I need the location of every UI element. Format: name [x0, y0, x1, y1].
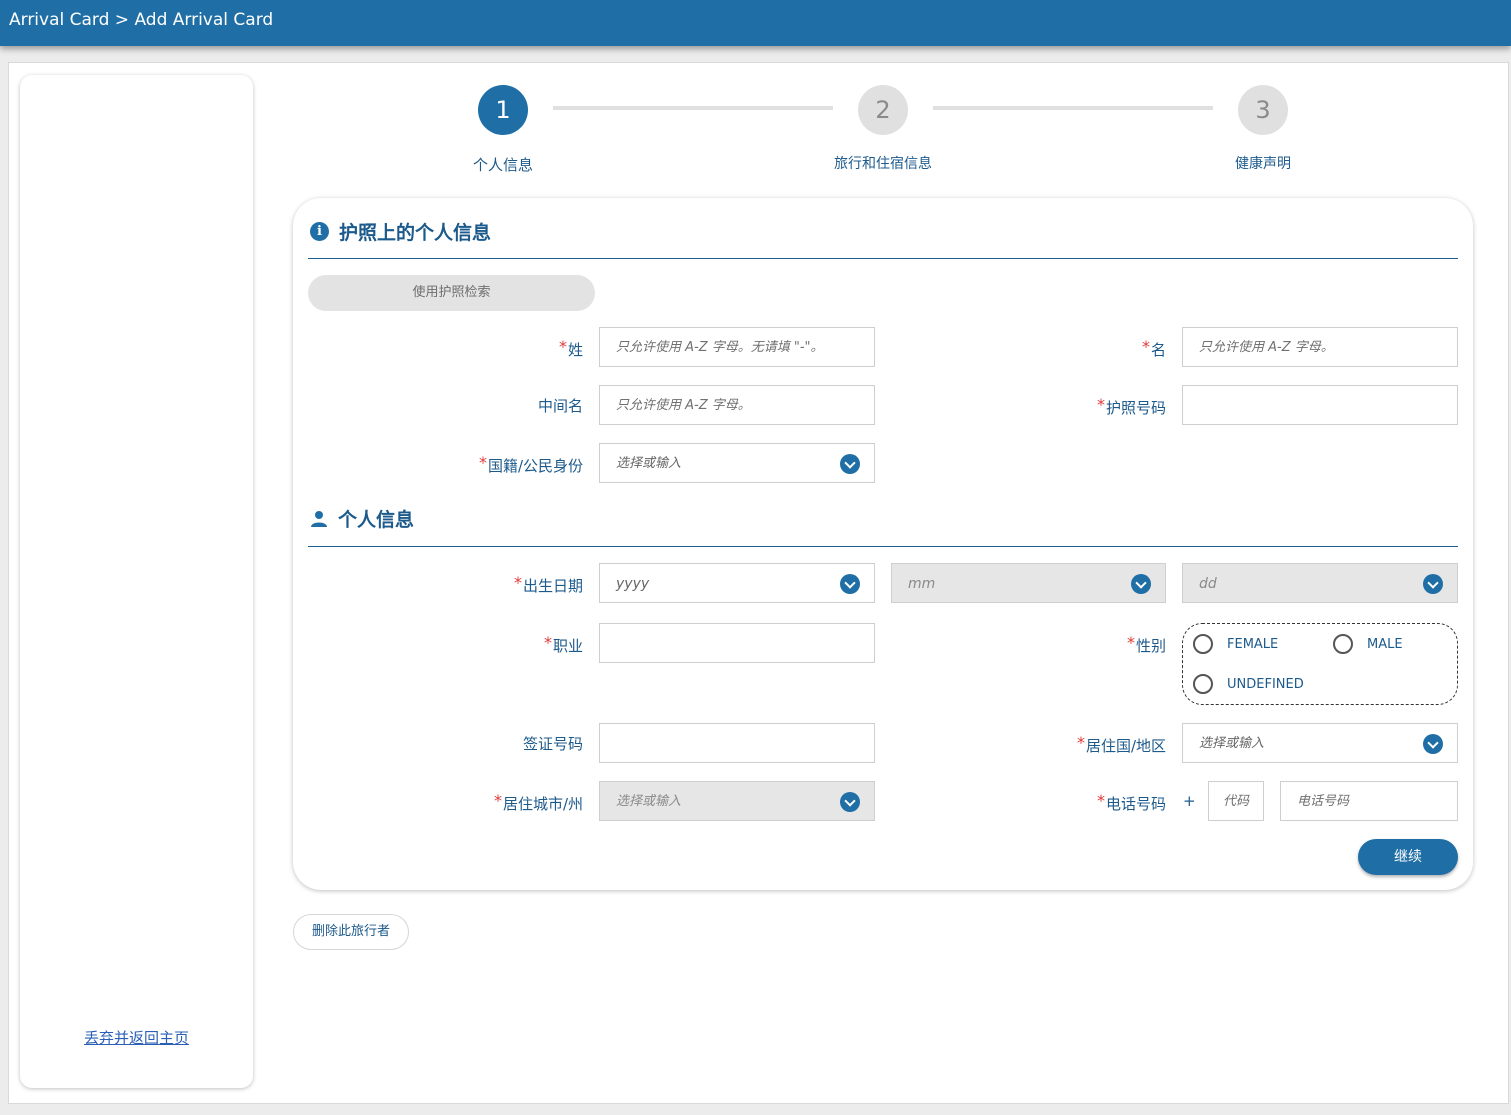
chevron-down-icon[interactable]	[840, 574, 860, 594]
passport-number-input[interactable]	[1199, 386, 1457, 424]
middle-name-field[interactable]	[599, 385, 875, 425]
step-1-label: 个人信息	[472, 156, 533, 174]
personal-section-title: 个人信息	[310, 505, 414, 532]
residence-country-select[interactable]: 选择或输入	[1182, 723, 1458, 763]
visa-number-input[interactable]	[616, 724, 874, 762]
phone-number-field[interactable]	[1280, 781, 1458, 821]
gender-label: *性别	[1126, 633, 1166, 655]
section-divider	[308, 258, 1458, 259]
step-connector-1	[553, 106, 833, 110]
passport-number-label: *护照号码	[1096, 395, 1166, 417]
chevron-down-icon[interactable]	[840, 454, 860, 474]
discard-and-return-link[interactable]: 丢弃并返回主页	[20, 1027, 253, 1048]
surname-field[interactable]	[599, 327, 875, 367]
dob-day-select[interactable]: dd	[1182, 563, 1458, 603]
passport-number-field[interactable]	[1182, 385, 1458, 425]
occupation-label: *职业	[543, 633, 583, 655]
gender-female-radio[interactable]: FEMALE	[1193, 634, 1278, 654]
chevron-down-icon[interactable]	[1423, 734, 1443, 754]
chevron-down-icon[interactable]	[1131, 574, 1151, 594]
step-3-circle[interactable]: 3	[1238, 85, 1288, 135]
middle-name-label: 中间名	[537, 397, 583, 415]
nationality-select[interactable]: 选择或输入	[599, 443, 875, 483]
dob-year-select[interactable]: yyyy	[599, 563, 875, 603]
top-bar: Arrival Card > Add Arrival Card	[0, 0, 1511, 46]
phone-label: *电话号码	[1096, 791, 1166, 813]
step-3-label: 健康声明	[1235, 156, 1291, 172]
dob-month-select[interactable]: mm	[891, 563, 1166, 603]
step-1-circle[interactable]: 1	[478, 85, 528, 135]
residence-country-label: *居住国/地区	[1076, 733, 1166, 755]
info-icon: i	[310, 222, 329, 241]
phone-number-input[interactable]	[1297, 782, 1457, 820]
phone-code-input[interactable]	[1223, 782, 1263, 820]
chevron-down-icon[interactable]	[840, 792, 860, 812]
phone-plus-sign: +	[1183, 792, 1196, 810]
given-name-field[interactable]	[1182, 327, 1458, 367]
breadcrumb: Arrival Card > Add Arrival Card	[9, 10, 274, 30]
step-2-label: 旅行和住宿信息	[834, 156, 932, 172]
residence-city-label: *居住城市/州	[493, 791, 583, 813]
nationality-label: *国籍/公民身份	[478, 453, 583, 475]
section-divider	[308, 546, 1458, 547]
surname-input[interactable]	[616, 328, 874, 366]
occupation-input[interactable]	[616, 624, 874, 662]
dob-label: *出生日期	[513, 573, 583, 595]
middle-name-input[interactable]	[616, 386, 874, 424]
gender-undefined-radio[interactable]: UNDEFINED	[1193, 674, 1304, 694]
step-connector-2	[933, 106, 1213, 110]
given-name-input[interactable]	[1199, 328, 1457, 366]
step-2-circle[interactable]: 2	[858, 85, 908, 135]
delete-traveler-button[interactable]: 删除此旅行者	[293, 914, 409, 950]
visa-number-label: 签证号码	[522, 735, 583, 753]
person-icon	[311, 510, 327, 527]
visa-number-field[interactable]	[599, 723, 875, 763]
residence-city-select[interactable]: 选择或输入	[599, 781, 875, 821]
continue-button[interactable]: 继续	[1358, 839, 1458, 875]
sidebar: 丢弃并返回主页	[20, 75, 253, 1088]
gender-male-radio[interactable]: MALE	[1333, 634, 1403, 654]
chevron-down-icon[interactable]	[1423, 574, 1443, 594]
passport-section-title: i 护照上的个人信息	[310, 218, 491, 245]
radio-circle-icon[interactable]	[1333, 634, 1353, 654]
surname-label: *姓	[558, 337, 583, 359]
radio-circle-icon[interactable]	[1193, 674, 1213, 694]
radio-circle-icon[interactable]	[1193, 634, 1213, 654]
retrieve-with-passport-button[interactable]: 使用护照检索	[308, 275, 595, 311]
occupation-field[interactable]	[599, 623, 875, 663]
phone-code-field[interactable]	[1208, 781, 1264, 821]
given-name-label: *名	[1141, 337, 1166, 359]
